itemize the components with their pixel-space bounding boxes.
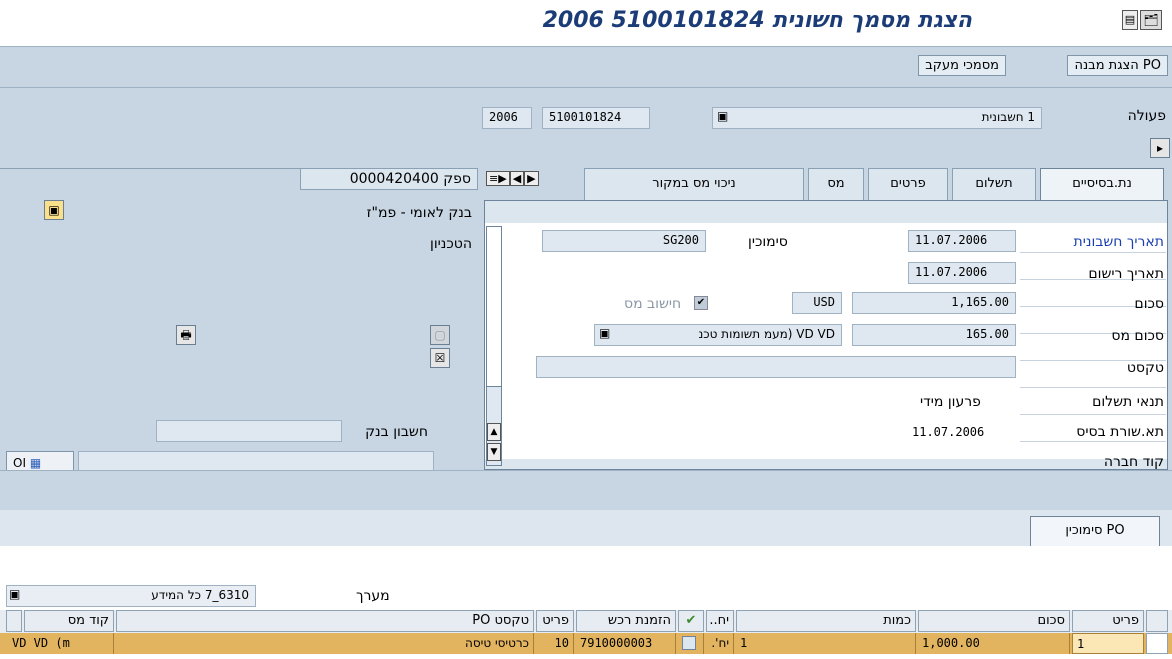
row-po-text[interactable]: כרטיסי טיסה xyxy=(116,633,534,654)
tab-withholding[interactable]: ניכוי מס במקור xyxy=(584,168,804,200)
tab-payment-label: תשלום xyxy=(975,176,1013,191)
baseline-label: תא.שורת בסיס xyxy=(1076,424,1164,440)
scroll-up-icon[interactable]: ▲ xyxy=(487,423,501,441)
bank-account-label: חשבון בנק xyxy=(365,424,428,440)
row-amount[interactable]: 1,000.00 xyxy=(918,633,1070,654)
tab-withholding-label: ניכוי מס במקור xyxy=(652,176,736,191)
text-label: טקסט xyxy=(1126,360,1164,376)
calc-tax-label: חישוב מס xyxy=(624,296,682,312)
layout-select[interactable]: 6310_7 כל המידע ▣ xyxy=(6,585,256,607)
baseline-date-value: 11.07.2006 xyxy=(912,425,985,439)
panel-scrollbar[interactable]: ▲ ▼ xyxy=(486,226,502,466)
text-field[interactable] xyxy=(536,356,1016,378)
bank-name: בנק לאומי - פמ"ז xyxy=(366,205,472,221)
row-select[interactable] xyxy=(1146,633,1168,654)
tab-tax-label: מס xyxy=(827,176,845,191)
header-quantity[interactable]: כמות xyxy=(736,610,916,632)
oi-label: OI xyxy=(13,456,26,470)
technion-label: הטכניון xyxy=(430,236,472,252)
system-menu-icon[interactable]: 🗂 xyxy=(1140,10,1162,30)
expand-icon[interactable]: ▸ xyxy=(1150,138,1170,158)
amount-field[interactable]: 1,165.00 xyxy=(852,292,1016,314)
table-icon: ▦ xyxy=(29,456,42,470)
delete-icon[interactable]: ☒ xyxy=(430,348,450,368)
print-icon[interactable]: 🖶 xyxy=(176,325,196,345)
header-po[interactable]: הזמנת רכש xyxy=(576,610,676,632)
calc-tax-checkbox[interactable]: ✔ xyxy=(694,296,708,310)
scroll-thumb[interactable] xyxy=(487,227,501,387)
title-bar: הצגת מסמך חשונית 5100101824 2006 🗂 ▤ xyxy=(0,0,1172,46)
tab-scroll-buttons[interactable]: ≡▶ ◀ ▶ xyxy=(486,171,552,192)
invoice-date-label: תאריך חשבונית xyxy=(1073,234,1164,250)
tab-details-label: פרטים xyxy=(890,176,926,191)
bank-account-field[interactable] xyxy=(156,420,342,442)
memo-icon[interactable]: ▢ xyxy=(430,325,450,345)
vendor-tab[interactable]: ספק 0000420400 xyxy=(300,168,478,190)
company-code-label: קוד חברה xyxy=(1103,454,1164,470)
vendor-details-icon[interactable]: ▣ xyxy=(44,200,64,220)
header-po-text[interactable]: טקסט PO xyxy=(116,610,534,632)
dropdown-icon[interactable]: ▣ xyxy=(717,109,728,123)
row-unit[interactable]: יח'. xyxy=(706,633,734,654)
vendor-label: ספק 0000420400 xyxy=(349,171,471,187)
row-po-item[interactable]: 10 xyxy=(536,633,574,654)
tax-code-select[interactable]: VD VD (מעמ תשומות טכנ ▣ xyxy=(594,324,842,346)
tracking-docs-button[interactable]: מסמכי מעקב xyxy=(918,55,1006,76)
dropdown-icon[interactable]: ▣ xyxy=(599,326,610,340)
row-checkbox[interactable] xyxy=(678,633,704,654)
currency-field[interactable]: USD xyxy=(792,292,842,314)
reference-label: סימוכין xyxy=(748,234,788,250)
po-band xyxy=(0,470,1172,510)
action-value: 1 חשבונית xyxy=(981,110,1035,124)
action-select[interactable]: 1 חשבונית ▣ xyxy=(712,107,1042,129)
header-unit[interactable]: יח.. xyxy=(706,610,734,632)
screen-icon[interactable]: ▤ xyxy=(1122,10,1138,30)
po-reference-tab-label: PO סימוכין xyxy=(1065,523,1125,538)
header-po-item[interactable]: פריט xyxy=(536,610,574,632)
payment-terms-label: תנאי תשלום xyxy=(1092,394,1164,410)
po-structure-button[interactable]: הצגת מבנה PO xyxy=(1067,55,1168,76)
tax-code-value: VD VD (מעמ תשומות טכנ xyxy=(698,327,835,341)
confirm-icon: ✔ xyxy=(685,613,697,628)
amount-label: סכום xyxy=(1134,296,1164,312)
tab-basic-data[interactable]: נת.בסיסיים xyxy=(1040,168,1164,200)
application-toolbar: הצגת מבנה PO מסמכי מעקב xyxy=(0,46,1172,88)
header-item[interactable]: פריט xyxy=(1072,610,1144,632)
invoice-date-field[interactable]: 11.07.2006 xyxy=(908,230,1016,252)
layout-value: 6310_7 כל המידע xyxy=(151,588,249,602)
posting-date-field[interactable]: 11.07.2006 xyxy=(908,262,1016,284)
tab-details[interactable]: פרטים xyxy=(868,168,948,200)
dropdown-icon[interactable]: ▣ xyxy=(9,587,20,601)
row-po[interactable]: 7910000003 xyxy=(576,633,676,654)
tab-payment[interactable]: תשלום xyxy=(952,168,1036,200)
action-label: פעולה xyxy=(1127,108,1166,124)
po-reference-tab[interactable]: PO סימוכין xyxy=(1030,516,1160,546)
year-field[interactable]: 2006 xyxy=(482,107,532,129)
header-check[interactable]: ✔ xyxy=(678,610,704,632)
posting-date-label: תאריך רישום xyxy=(1088,266,1164,282)
reference-field[interactable]: SG200 xyxy=(542,230,706,252)
header-tax-code[interactable]: קוד מס xyxy=(24,610,114,632)
checkbox[interactable] xyxy=(682,636,696,650)
row-item[interactable]: 1 xyxy=(1072,633,1144,654)
tax-amount-field[interactable]: 165.00 xyxy=(852,324,1016,346)
header-config[interactable] xyxy=(6,610,22,632)
page-title: הצגת מסמך חשונית 5100101824 2006 xyxy=(542,8,972,33)
tab-basic-data-label: נת.בסיסיים xyxy=(1072,176,1132,191)
scroll-down-icon[interactable]: ▼ xyxy=(487,443,501,461)
row-quantity[interactable]: 1 xyxy=(736,633,916,654)
row-tax-code[interactable]: VD VD (m xyxy=(8,633,114,654)
header-amount[interactable]: סכום xyxy=(918,610,1070,632)
tab-tax[interactable]: מס xyxy=(808,168,864,200)
doc-number-field[interactable]: 5100101824 xyxy=(542,107,650,129)
tax-amount-label: סכום מס xyxy=(1111,328,1164,344)
layout-label: מערך xyxy=(356,588,390,604)
payment-terms-value: פרעון מידי xyxy=(920,394,981,410)
header-select-all[interactable] xyxy=(1146,610,1168,632)
